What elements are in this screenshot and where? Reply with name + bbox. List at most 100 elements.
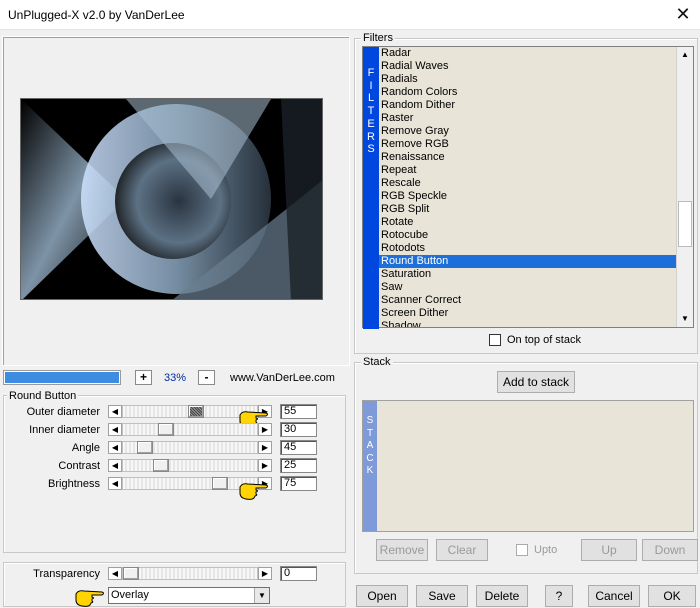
slider-thumb[interactable] bbox=[137, 441, 153, 454]
stack-group-title: Stack bbox=[361, 356, 393, 368]
slider-value[interactable]: 25 bbox=[280, 458, 317, 473]
zoom-in-button[interactable]: + bbox=[135, 370, 152, 385]
filter-item[interactable]: Saw bbox=[379, 281, 677, 294]
transparency-left-arrow-icon[interactable]: ◀ bbox=[108, 567, 122, 580]
slider-thumb[interactable] bbox=[153, 459, 169, 472]
scroll-thumb[interactable] bbox=[678, 201, 692, 247]
filter-item[interactable]: Screen Dither bbox=[379, 307, 677, 320]
stack-strip: STACK bbox=[363, 401, 377, 531]
clear-button[interactable]: Clear bbox=[436, 539, 488, 561]
filter-item[interactable]: Radials bbox=[379, 73, 677, 86]
filters-list[interactable]: Radar Radial Waves Radials Random Colors Ran… bbox=[379, 47, 677, 327]
slider-right-arrow-icon[interactable]: ▶ bbox=[258, 459, 272, 472]
filters-group-title: Filters bbox=[361, 32, 395, 44]
zoom-out-button[interactable]: - bbox=[198, 370, 215, 385]
open-button[interactable]: Open bbox=[356, 585, 408, 607]
filter-item[interactable]: Radar bbox=[379, 47, 677, 60]
filter-item[interactable]: Radial Waves bbox=[379, 60, 677, 73]
slider-thumb[interactable] bbox=[158, 423, 174, 436]
save-button[interactable]: Save bbox=[416, 585, 468, 607]
filters-strip: FILTERS bbox=[363, 47, 379, 329]
progress-bar bbox=[3, 370, 121, 385]
filter-item[interactable]: Round Button bbox=[379, 255, 677, 268]
transparency-value[interactable]: 0 bbox=[280, 566, 317, 581]
transparency-label: Transparency bbox=[33, 568, 100, 580]
filter-item[interactable]: Rescale bbox=[379, 177, 677, 190]
slider-left-arrow-icon[interactable]: ◀ bbox=[108, 405, 122, 418]
slider-right-arrow-icon[interactable]: ▶ bbox=[258, 423, 272, 436]
transparency-thumb[interactable] bbox=[123, 567, 139, 580]
scroll-up-icon[interactable]: ▲ bbox=[677, 47, 693, 63]
help-button[interactable]: ? bbox=[545, 585, 573, 607]
filter-item[interactable]: Shadow bbox=[379, 320, 677, 327]
slider-thumb[interactable] bbox=[188, 405, 204, 418]
slider-value[interactable]: 55 bbox=[280, 404, 317, 419]
cancel-button[interactable]: Cancel bbox=[588, 585, 640, 607]
slider-track[interactable] bbox=[122, 441, 258, 454]
slider-label: Angle bbox=[71, 442, 100, 454]
stack-listbox[interactable]: STACK bbox=[362, 400, 694, 532]
slider-track[interactable] bbox=[122, 459, 258, 472]
filter-item[interactable]: Rotodots bbox=[379, 242, 677, 255]
filter-item[interactable]: Random Dither bbox=[379, 99, 677, 112]
slider-left-arrow-icon[interactable]: ◀ bbox=[108, 423, 122, 436]
slider-label: Brightness bbox=[48, 478, 100, 490]
slider-label: Outer diameter bbox=[26, 406, 100, 418]
slider-track[interactable] bbox=[122, 423, 258, 436]
slider-thumb[interactable] bbox=[212, 477, 228, 490]
slider-left-arrow-icon[interactable]: ◀ bbox=[108, 477, 122, 490]
window-title: UnPlugged-X v2.0 by VanDerLee bbox=[8, 8, 185, 22]
stack-strip-letter: K bbox=[366, 465, 374, 476]
filter-item[interactable]: Raster bbox=[379, 112, 677, 125]
slider-left-arrow-icon[interactable]: ◀ bbox=[108, 441, 122, 454]
stack-strip-letter: T bbox=[366, 427, 374, 439]
filter-item[interactable]: Renaissance bbox=[379, 151, 677, 164]
scroll-down-icon[interactable]: ▼ bbox=[677, 311, 693, 327]
on-top-label: On top of stack bbox=[507, 334, 581, 346]
filter-item[interactable]: Random Colors bbox=[379, 86, 677, 99]
ok-button[interactable]: OK bbox=[648, 585, 696, 607]
stack-strip-letter: A bbox=[366, 440, 374, 451]
blend-mode-value: Overlay bbox=[111, 589, 149, 601]
upto-checkbox[interactable] bbox=[516, 544, 528, 556]
delete-button[interactable]: Delete bbox=[476, 585, 528, 607]
slider-value[interactable]: 45 bbox=[280, 440, 317, 455]
title-bar: UnPlugged-X v2.0 by VanDerLee ✕ bbox=[0, 0, 700, 30]
filter-item[interactable]: Rotate bbox=[379, 216, 677, 229]
slider-right-arrow-icon[interactable]: ▶ bbox=[258, 441, 272, 454]
preview-image[interactable] bbox=[20, 98, 323, 300]
close-icon[interactable]: ✕ bbox=[672, 4, 694, 26]
filters-strip-letter: R bbox=[367, 130, 375, 143]
filters-strip-letter: I bbox=[369, 79, 373, 92]
upto-label: Upto bbox=[534, 544, 558, 556]
transparency-track[interactable] bbox=[122, 567, 258, 580]
remove-button[interactable]: Remove bbox=[376, 539, 428, 561]
chevron-down-icon[interactable]: ▼ bbox=[254, 588, 269, 603]
add-to-stack-button[interactable]: Add to stack bbox=[497, 371, 575, 393]
zoom-level: 33% bbox=[163, 372, 187, 384]
website-link[interactable]: www.VanDerLee.com bbox=[230, 372, 335, 384]
filter-item[interactable]: Scanner Correct bbox=[379, 294, 677, 307]
filter-item[interactable]: Repeat bbox=[379, 164, 677, 177]
up-button[interactable]: Up bbox=[581, 539, 637, 561]
transparency-right-arrow-icon[interactable]: ▶ bbox=[258, 567, 272, 580]
filters-strip-letter: T bbox=[367, 105, 375, 118]
blend-mode-dropdown[interactable]: Overlay ▼ bbox=[108, 587, 270, 604]
filters-strip-letter: S bbox=[367, 143, 375, 156]
filter-item[interactable]: RGB Speckle bbox=[379, 190, 677, 203]
filters-strip-letter: F bbox=[367, 67, 375, 79]
filter-item[interactable]: Saturation bbox=[379, 268, 677, 281]
down-button[interactable]: Down bbox=[642, 539, 698, 561]
slider-value[interactable]: 30 bbox=[280, 422, 317, 437]
slider-left-arrow-icon[interactable]: ◀ bbox=[108, 459, 122, 472]
filters-scrollbar[interactable]: ▲ ▼ bbox=[676, 47, 693, 327]
round-button-group-title: Round Button bbox=[7, 390, 79, 402]
filter-item[interactable]: RGB Split bbox=[379, 203, 677, 216]
on-top-checkbox[interactable] bbox=[489, 334, 501, 346]
filter-item[interactable]: Rotocube bbox=[379, 229, 677, 242]
filter-item[interactable]: Remove Gray bbox=[379, 125, 677, 138]
stack-strip-letter: C bbox=[366, 452, 374, 464]
filters-listbox[interactable]: FILTERS Radar Radial Waves Radials Random C… bbox=[362, 46, 694, 329]
slider-value[interactable]: 75 bbox=[280, 476, 317, 491]
filter-item[interactable]: Remove RGB bbox=[379, 138, 677, 151]
